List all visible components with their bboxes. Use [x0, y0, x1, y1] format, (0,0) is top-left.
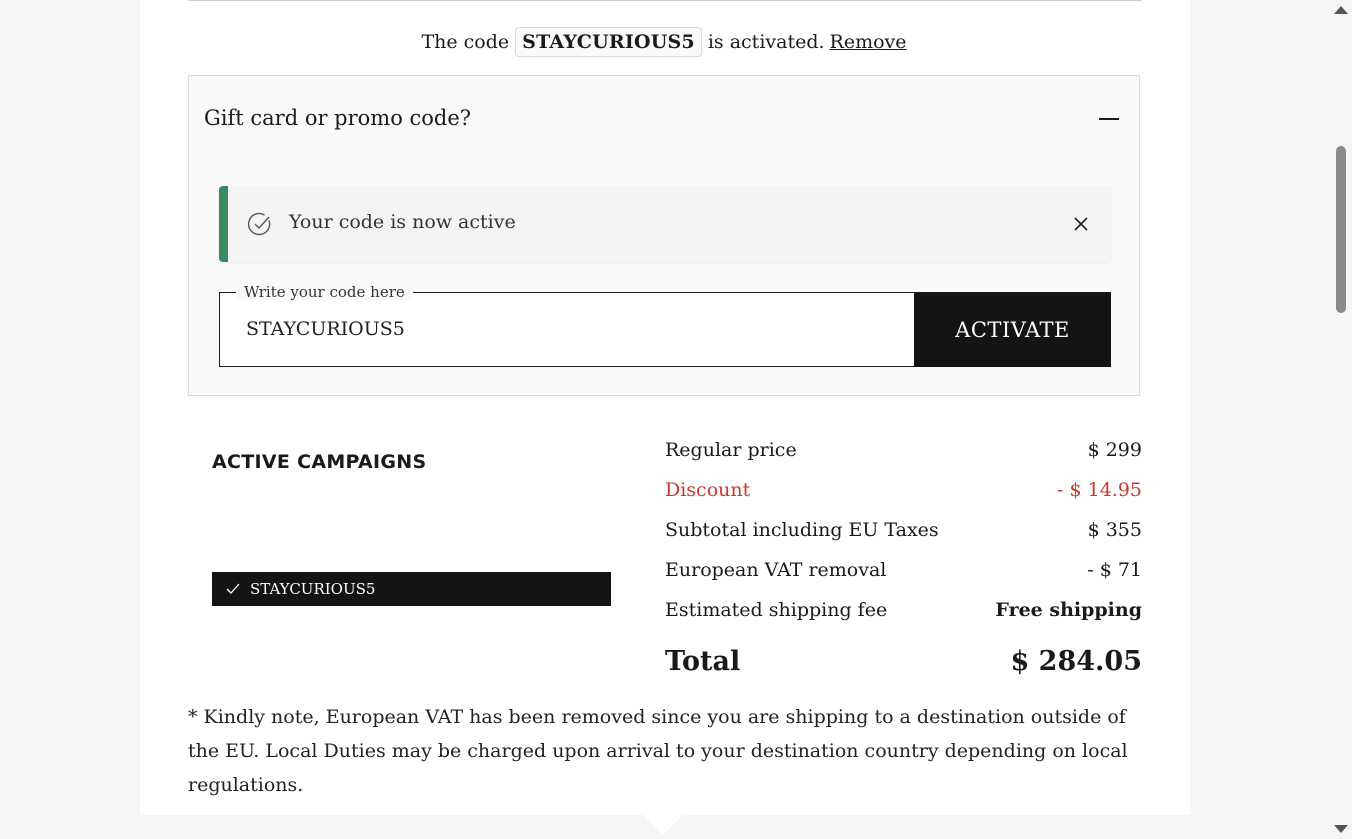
vertical-scrollbar[interactable]	[1328, 0, 1352, 839]
discount-label: Discount	[665, 479, 751, 501]
summary-row-regular-price: Regular price $ 299	[665, 430, 1142, 470]
close-icon[interactable]	[1070, 213, 1092, 235]
regular-price-label: Regular price	[665, 439, 797, 461]
regular-price-value: $ 299	[1087, 439, 1142, 461]
success-alert: Your code is now active	[219, 186, 1111, 262]
collapse-minus-icon[interactable]	[1099, 118, 1119, 120]
banner-suffix: is activated.	[707, 31, 825, 53]
check-circle-icon	[247, 212, 271, 236]
active-campaigns-title: ACTIVE CAMPAIGNS	[212, 451, 427, 473]
summary-row-discount: Discount - $ 14.95	[665, 470, 1142, 510]
divider	[188, 0, 1142, 1]
summary-row-total: Total $ 284.05	[665, 630, 1142, 692]
campaign-tag-label: STAYCURIOUS5	[250, 580, 376, 598]
summary-row-subtotal: Subtotal including EU Taxes $ 355	[665, 510, 1142, 550]
vat-value: - $ 71	[1087, 559, 1142, 581]
scroll-thumb[interactable]	[1336, 146, 1346, 313]
check-icon	[226, 583, 240, 594]
subtotal-label: Subtotal including EU Taxes	[665, 519, 939, 541]
scroll-up-arrow-icon[interactable]	[1334, 6, 1348, 14]
order-summary: Regular price $ 299 Discount - $ 14.95 S…	[665, 430, 1142, 692]
code-activated-banner: The code STAYCURIOUS5 is activated. Remo…	[0, 26, 1328, 58]
scroll-down-arrow-icon[interactable]	[1334, 825, 1348, 833]
promo-panel-title[interactable]: Gift card or promo code?	[204, 106, 471, 130]
summary-row-shipping: Estimated shipping fee Free shipping	[665, 590, 1142, 630]
promo-field-label: Write your code here	[236, 283, 413, 301]
vat-label: European VAT removal	[665, 559, 887, 581]
shipping-value: Free shipping	[995, 599, 1142, 621]
banner-prefix: The code	[421, 31, 510, 53]
summary-row-vat: European VAT removal - $ 71	[665, 550, 1142, 590]
promo-code-panel: Gift card or promo code? Your code is no…	[188, 75, 1140, 396]
alert-message: Your code is now active	[289, 211, 516, 233]
discount-value: - $ 14.95	[1057, 479, 1142, 501]
subtotal-value: $ 355	[1087, 519, 1142, 541]
vat-note: * Kindly note, European VAT has been rem…	[188, 706, 1128, 796]
promo-code-field: Write your code here	[219, 283, 914, 367]
activate-button[interactable]: ACTIVATE	[914, 292, 1111, 367]
total-label: Total	[665, 645, 741, 677]
promo-code-input[interactable]	[244, 317, 848, 341]
total-value: $ 284.05	[1010, 645, 1142, 677]
remove-code-link[interactable]: Remove	[830, 31, 907, 53]
campaign-tag: STAYCURIOUS5	[212, 572, 611, 606]
tooltip-pointer	[643, 815, 683, 835]
active-code-chip: STAYCURIOUS5	[515, 27, 702, 57]
shipping-label: Estimated shipping fee	[665, 599, 888, 621]
